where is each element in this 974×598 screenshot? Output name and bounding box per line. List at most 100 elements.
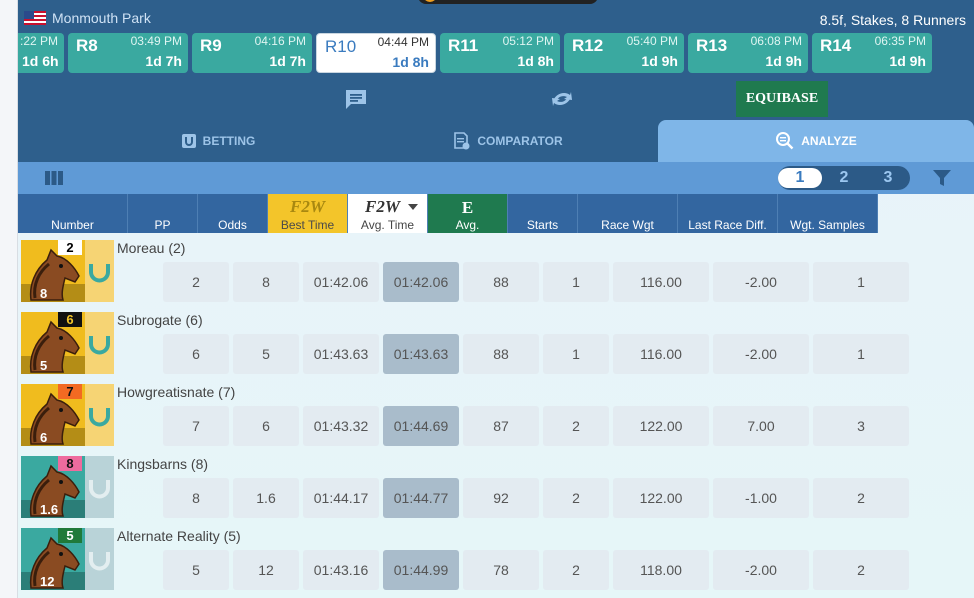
race-tab-time: 04:44 PM	[377, 35, 429, 49]
cell-race-wgt: 116.00	[613, 262, 709, 302]
race-tab-label: R13	[696, 36, 728, 55]
f2w-logo: F2W	[290, 197, 325, 216]
col-race-wgt[interactable]: Race Wgt	[578, 194, 678, 233]
horseshoe-icon	[85, 528, 114, 590]
race-tab-partial[interactable]: :22 PM 1d 6h	[18, 33, 64, 73]
cell-avg: 92	[463, 478, 539, 518]
cell-wgt-samples: 1	[813, 262, 909, 302]
morning-line-odds: 1.6	[40, 502, 59, 517]
race-tab-r9[interactable]: R9 04:16 PM 1d 7h	[192, 33, 312, 73]
race-tab-countdown: 1d 7h	[145, 53, 182, 69]
cell-best-time: 01:43.63	[303, 334, 379, 374]
race-tab-label: R14	[820, 36, 852, 55]
race-tab-countdown: 1d 8h	[392, 54, 429, 70]
race-tab-label: R10	[325, 37, 357, 56]
swap-icon[interactable]	[550, 88, 574, 110]
col-number[interactable]: Number	[18, 194, 128, 233]
col-avg[interactable]: E Avg.	[428, 194, 508, 233]
top-notch	[418, 0, 598, 4]
cell-avg: 88	[463, 262, 539, 302]
col-starts[interactable]: Starts	[508, 194, 578, 233]
tab-comparator[interactable]: COMPARATOR	[428, 120, 588, 162]
cell-avg-time: 01:42.06	[383, 262, 459, 302]
page-3[interactable]: 3	[866, 168, 910, 188]
race-tab-time: :22 PM	[20, 34, 59, 48]
col-last-race-diff[interactable]: Last Race Diff.	[678, 194, 778, 233]
col-pp[interactable]: PP	[128, 194, 198, 233]
columns-icon[interactable]	[45, 171, 63, 185]
tab-analyze[interactable]: ANALYZE	[658, 120, 974, 162]
race-info: 8.5f, Stakes, 8 Runners	[819, 12, 966, 28]
race-tab-time: 05:12 PM	[502, 34, 554, 48]
horse-name[interactable]: Subrogate (6)	[117, 312, 203, 328]
morning-line-odds: 12	[40, 574, 55, 589]
program-number-badge: 2	[58, 240, 82, 255]
col-wgt-samples[interactable]: Wgt. Samples	[778, 194, 878, 233]
cell-odds: 12	[233, 550, 299, 590]
cell-starts: 1	[543, 262, 609, 302]
cell-pp: 7	[163, 406, 229, 446]
horse-name[interactable]: Kingsbarns (8)	[117, 456, 208, 472]
tab-betting-label: BETTING	[202, 134, 256, 148]
race-tab-r11[interactable]: R11 05:12 PM 1d 8h	[440, 33, 560, 73]
cell-race-wgt: 122.00	[613, 406, 709, 446]
cell-odds: 8	[233, 262, 299, 302]
race-tab-r14[interactable]: R14 06:35 PM 1d 9h	[812, 33, 932, 73]
cell-wgt-samples: 2	[813, 478, 909, 518]
col-best-time-label: Best Time	[280, 218, 335, 232]
horse-name[interactable]: Howgreatisnate (7)	[117, 384, 235, 400]
race-tab-r13[interactable]: R13 06:08 PM 1d 9h	[688, 33, 808, 73]
cell-race-wgt: 116.00	[613, 334, 709, 374]
col-avg-time-label: Avg. Time	[360, 218, 415, 232]
page-2[interactable]: 2	[822, 168, 866, 188]
us-flag-icon	[24, 11, 46, 25]
page-1[interactable]: 1	[778, 168, 822, 188]
cell-pp: 6	[163, 334, 229, 374]
table-row[interactable]: 8 1.6 Kingsbarns (8) 8 1.6 01:44.17 01:44.77 92…	[18, 452, 909, 524]
race-tab-countdown: 1d 8h	[517, 53, 554, 69]
race-tab-r12[interactable]: R12 05:40 PM 1d 9h	[564, 33, 684, 73]
cell-pp: 5	[163, 550, 229, 590]
cell-avg: 88	[463, 334, 539, 374]
program-number-badge: 5	[58, 528, 82, 543]
table-row[interactable]: 6 5 Subrogate (6) 6 5 01:43.63 01:43.63 88 1 116.…	[18, 308, 909, 380]
race-tab-time: 05:40 PM	[626, 34, 678, 48]
cell-odds: 5	[233, 334, 299, 374]
col-best-time[interactable]: F2W Best Time	[268, 194, 348, 233]
track-name[interactable]: Monmouth Park	[52, 10, 151, 26]
tab-betting[interactable]: BETTING	[138, 120, 298, 162]
race-tab-label: R12	[572, 36, 604, 55]
col-last-race-diff-label: Last Race Diff.	[688, 218, 767, 232]
col-odds-label: Odds	[218, 218, 247, 232]
col-odds[interactable]: Odds	[198, 194, 268, 233]
horse-name[interactable]: Moreau (2)	[117, 240, 185, 256]
horseshoe-icon	[85, 312, 114, 374]
horseshoe-icon	[85, 240, 114, 302]
table-row[interactable]: 7 6 Howgreatisnate (7) 7 6 01:43.32 01:44.69 87…	[18, 380, 909, 452]
col-avg-time[interactable]: F2W Avg. Time	[348, 194, 428, 233]
cell-pp: 8	[163, 478, 229, 518]
cell-wgt-samples: 3	[813, 406, 909, 446]
filter-icon[interactable]	[933, 170, 951, 186]
race-tab-countdown: 1d 9h	[765, 53, 802, 69]
chat-icon[interactable]	[344, 88, 368, 110]
table-row[interactable]: 5 12 Alternate Reality (5) 5 12 01:43.16 01:44…	[18, 524, 909, 596]
race-tab-r10[interactable]: R10 04:44 PM 1d 8h	[316, 33, 436, 73]
cell-starts: 2	[543, 406, 609, 446]
equibase-button[interactable]: EQUIBASE	[736, 81, 828, 117]
race-tab-countdown: 1d 7h	[269, 53, 306, 69]
cell-avg-time: 01:44.99	[383, 550, 459, 590]
horse-name[interactable]: Alternate Reality (5)	[117, 528, 241, 544]
cell-avg-time: 01:44.77	[383, 478, 459, 518]
cell-odds: 1.6	[233, 478, 299, 518]
left-edge-panel	[0, 0, 18, 598]
app-root: Monmouth Park 8.5f, Stakes, 8 Runners :2…	[0, 0, 974, 598]
morning-line-odds: 6	[40, 430, 48, 445]
cell-last-race-diff: -2.00	[713, 334, 809, 374]
cell-avg: 87	[463, 406, 539, 446]
cell-last-race-diff: 7.00	[713, 406, 809, 446]
race-tab-time: 04:16 PM	[254, 34, 306, 48]
table-row[interactable]: 2 8 Moreau (2) 2 8 01:42.06 01:42.06 88 1 116.00-…	[18, 236, 909, 308]
race-tab-r8[interactable]: R8 03:49 PM 1d 7h	[68, 33, 188, 73]
cell-starts: 1	[543, 334, 609, 374]
